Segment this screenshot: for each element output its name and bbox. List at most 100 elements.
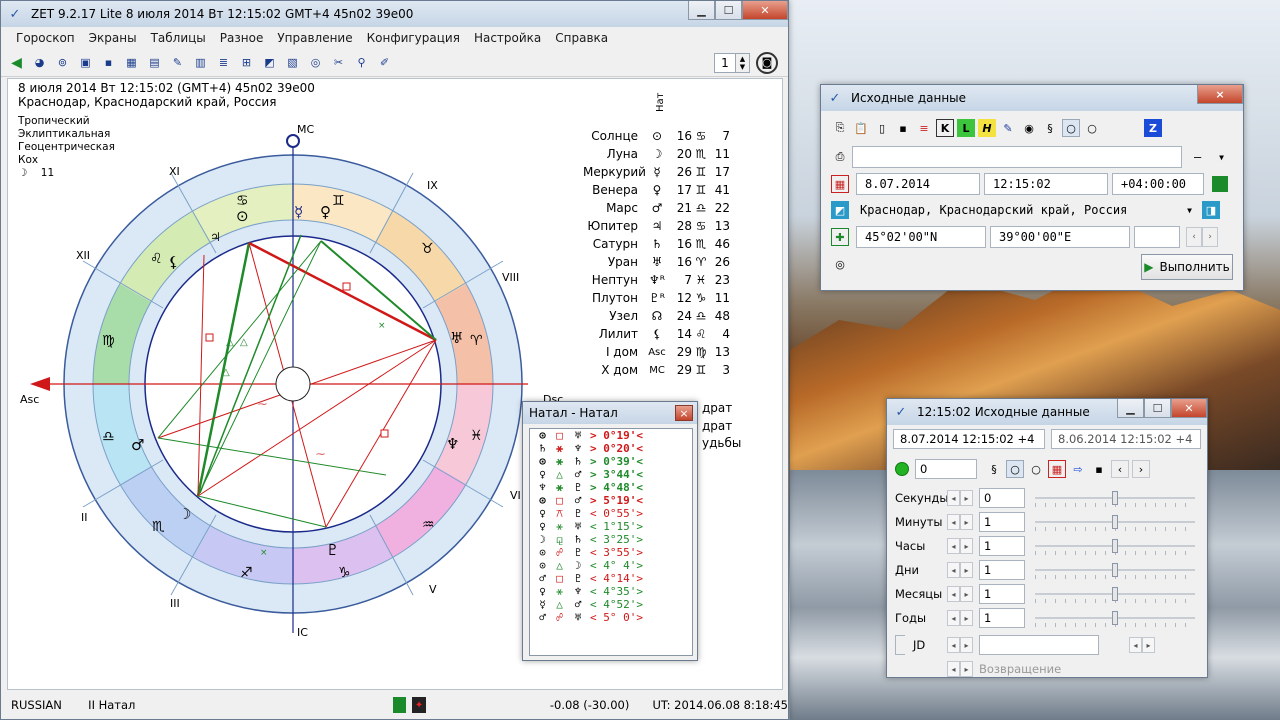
timezone-green-button[interactable] bbox=[1212, 176, 1228, 192]
chevron-left-icon[interactable]: ◂ bbox=[947, 562, 960, 578]
copy-icon[interactable]: ⎘ bbox=[831, 119, 849, 137]
reload-icon[interactable]: § bbox=[985, 460, 1003, 478]
coords-stepper[interactable]: ‹ › bbox=[1186, 227, 1218, 247]
wheel-chart-icon[interactable]: ⊚ bbox=[53, 53, 72, 72]
l-icon[interactable]: L bbox=[957, 119, 975, 137]
chart-number-value[interactable]: 1 bbox=[714, 52, 736, 73]
time-minimize-button[interactable]: ▁ bbox=[1117, 399, 1144, 418]
disk-icon[interactable]: ◙ bbox=[756, 51, 778, 74]
jd-end-arrows[interactable]: ◂ ▸ bbox=[1129, 637, 1155, 653]
list-icon[interactable]: ≣ bbox=[214, 53, 233, 72]
aspect-row[interactable]: ☿ △ ♂ < 4°52'> bbox=[534, 598, 692, 611]
export-icon[interactable]: ⇨ bbox=[1069, 460, 1087, 478]
red-star-icon[interactable]: ✦ bbox=[412, 697, 426, 713]
aspect-row[interactable]: ⊙ ☍ ♇ < 3°55'> bbox=[534, 546, 692, 559]
person-icon[interactable]: ⚲ bbox=[352, 53, 371, 72]
gender-select[interactable]: – ▼ bbox=[1186, 146, 1228, 168]
star-map-icon[interactable]: ▣ bbox=[76, 53, 95, 72]
slider-knob[interactable] bbox=[1112, 539, 1118, 553]
time-unit-slider[interactable] bbox=[1035, 608, 1195, 628]
place-select[interactable]: Краснодар, Краснодарский край, Россия ▼ bbox=[852, 199, 1196, 221]
aspect-row[interactable]: ♆ ⚹ ♇ > 4°48'< bbox=[534, 481, 692, 494]
time-unit-arrows[interactable]: ◂ ▸ bbox=[947, 610, 973, 626]
time-unit-value[interactable]: 1 bbox=[979, 536, 1025, 556]
new-file-icon[interactable]: ▯ bbox=[873, 119, 891, 137]
aspect-row[interactable]: ♂ □ ♇ < 4°14'> bbox=[534, 572, 692, 585]
timeline-icon[interactable]: ≡ bbox=[915, 119, 933, 137]
menu-nastroyka[interactable]: Настройка bbox=[467, 31, 548, 45]
extra-input[interactable] bbox=[1134, 226, 1180, 248]
time-unit-value[interactable]: 0 bbox=[979, 488, 1025, 508]
menu-upravlenie[interactable]: Управление bbox=[270, 31, 359, 45]
time-unit-slider[interactable] bbox=[1035, 560, 1195, 580]
minimize-button[interactable]: ▁ bbox=[688, 1, 715, 20]
timezone-input[interactable]: +04:00:00 bbox=[1112, 173, 1204, 195]
sky-icon[interactable]: ▪ bbox=[99, 53, 118, 72]
target-icon[interactable]: ◉ bbox=[1020, 119, 1038, 137]
aspect-row[interactable]: ♄ ⚹ ♆ > 0°20'< bbox=[534, 442, 692, 455]
step-counter[interactable]: 0 bbox=[915, 459, 977, 479]
chevron-left-icon[interactable]: ◂ bbox=[947, 610, 960, 626]
time-close-button[interactable]: ✕ bbox=[1171, 399, 1207, 418]
aspect-row[interactable]: ⊙ □ ♅ > 0°19'< bbox=[534, 429, 692, 442]
coords-icon[interactable]: ✚ bbox=[831, 228, 849, 246]
chevron-right-icon[interactable]: ▸ bbox=[960, 637, 973, 653]
time-unit-arrows[interactable]: ◂ ▸ bbox=[947, 490, 973, 506]
aspect-row[interactable]: ⊙ △ ☽ < 4° 4'> bbox=[534, 559, 692, 572]
slider-knob[interactable] bbox=[1112, 515, 1118, 529]
pen-icon[interactable]: ✎ bbox=[168, 53, 187, 72]
jd-input[interactable] bbox=[979, 635, 1099, 655]
menu-ekrany[interactable]: Экраны bbox=[82, 31, 144, 45]
save-icon[interactable]: ▪ bbox=[1090, 460, 1108, 478]
tools-icon[interactable]: ✂ bbox=[329, 53, 348, 72]
maximize-button[interactable]: ☐ bbox=[715, 1, 742, 20]
radio-icon[interactable]: ○ bbox=[1083, 119, 1101, 137]
k-icon[interactable]: K bbox=[936, 119, 954, 137]
latitude-input[interactable]: 45°02'00"N bbox=[856, 226, 986, 248]
chevron-left-icon[interactable]: ◂ bbox=[947, 514, 960, 530]
date-input[interactable]: 8.07.2014 bbox=[856, 173, 980, 195]
run-button[interactable]: ▶ Выполнить bbox=[1141, 254, 1233, 280]
name-input[interactable] bbox=[852, 146, 1182, 168]
return-arrows[interactable]: ◂ ▸ bbox=[947, 661, 973, 677]
source-close-button[interactable]: × bbox=[1197, 85, 1243, 104]
aspect-row[interactable]: ♀ △ ♂ > 3°44'< bbox=[534, 468, 692, 481]
chevron-right-icon[interactable]: ▸ bbox=[960, 514, 973, 530]
time-unit-arrows[interactable]: ◂ ▸ bbox=[947, 538, 973, 554]
radio-small-icon[interactable]: ○ bbox=[1006, 460, 1024, 478]
radio-small-icon[interactable]: ○ bbox=[1062, 119, 1080, 137]
time-input[interactable]: 12:15:02 bbox=[984, 173, 1108, 195]
time-unit-slider[interactable] bbox=[1035, 512, 1195, 532]
chevron-left-icon[interactable]: ‹ bbox=[1186, 227, 1202, 247]
grid-chart-icon[interactable]: ▦ bbox=[122, 53, 141, 72]
chevron-right-icon[interactable]: ▸ bbox=[960, 610, 973, 626]
previous-datetime-field[interactable]: 8.06.2014 12:15:02 +4 bbox=[1051, 429, 1201, 449]
chevron-left-icon[interactable]: ◂ bbox=[947, 490, 960, 506]
chevron-right-icon[interactable]: ▸ bbox=[960, 538, 973, 554]
menu-konfiguracia[interactable]: Конфигурация bbox=[360, 31, 467, 45]
green-dot-icon[interactable] bbox=[895, 462, 909, 476]
time-unit-value[interactable]: 1 bbox=[979, 608, 1025, 628]
paste-icon[interactable]: 📋 bbox=[852, 119, 870, 137]
pen-icon[interactable]: ✎ bbox=[999, 119, 1017, 137]
globe-icon[interactable]: ◕ bbox=[30, 53, 49, 72]
time-unit-slider[interactable] bbox=[1035, 488, 1195, 508]
clock-table-icon[interactable]: ▤ bbox=[145, 53, 164, 72]
menu-tablicy[interactable]: Таблицы bbox=[144, 31, 213, 45]
atlas-icon[interactable]: ◨ bbox=[1202, 201, 1220, 219]
slider-knob[interactable] bbox=[1112, 563, 1118, 577]
map-icon[interactable]: ◩ bbox=[831, 201, 849, 219]
chevron-left-icon[interactable]: ◂ bbox=[947, 538, 960, 554]
close-button[interactable]: ✕ bbox=[742, 1, 788, 20]
chevron-left-icon[interactable]: ◂ bbox=[947, 661, 960, 677]
radio-icon[interactable]: ○ bbox=[1027, 460, 1045, 478]
chevron-left-icon[interactable]: ◂ bbox=[1129, 637, 1142, 653]
time-unit-arrows[interactable]: ◂ ▸ bbox=[947, 514, 973, 530]
time-unit-value[interactable]: 1 bbox=[979, 584, 1025, 604]
natal-wheel[interactable]: △ △ △ × × ⁓ ⁓ ⊙ ♃ ☿ ♀ ⚸ ♂ ☽ ♇ ♆ ♅ ♋ ♊ ♉ … bbox=[8, 115, 568, 675]
aspect-row[interactable]: ♀ ⚹ ♅ < 1°15'> bbox=[534, 520, 692, 533]
settings-disk-icon[interactable]: ◎ bbox=[831, 255, 849, 273]
target-icon[interactable]: ◎ bbox=[306, 53, 325, 72]
z-icon[interactable]: Z bbox=[1144, 119, 1162, 137]
next-step-icon[interactable]: › bbox=[1132, 460, 1150, 478]
